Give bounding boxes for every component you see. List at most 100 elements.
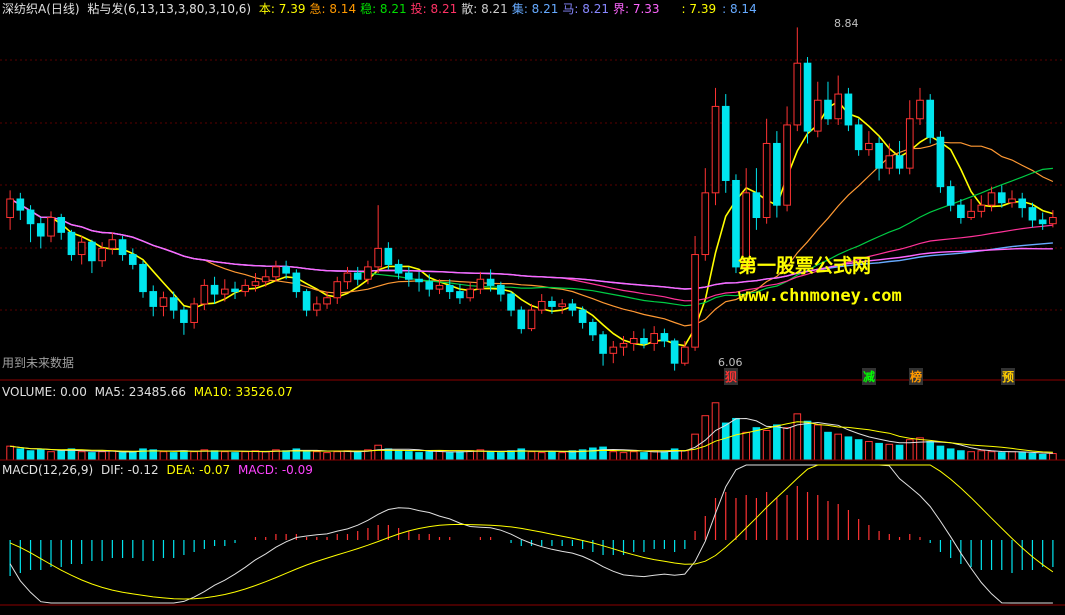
- indicator-value-1: 急: 8.14: [309, 2, 357, 16]
- candle-body-24: [251, 281, 260, 286]
- candle-body-28: [292, 272, 301, 293]
- candle-body-30: [312, 303, 321, 311]
- macd-label[interactable]: MACD(12,26,9): [2, 463, 93, 477]
- volume-bar-57: [589, 447, 597, 461]
- volume-label[interactable]: VOLUME: 0.00: [2, 385, 87, 399]
- candle-body-68: [701, 192, 710, 256]
- volume-bar-15: [159, 451, 168, 461]
- ma-line-4: [9, 198, 1053, 290]
- volume-bar-11: [118, 452, 127, 461]
- candle-body-39: [404, 272, 413, 280]
- volume-bar-42: [435, 450, 444, 461]
- volume-bar-85: [875, 442, 883, 461]
- volume-bar-102: [1049, 453, 1057, 461]
- volume-bar-98: [1008, 451, 1016, 461]
- candle-body-40: [415, 278, 423, 283]
- signal-label-2: 减: [862, 368, 877, 385]
- candlestick-series: [6, 27, 1057, 371]
- volume-bar-95: [977, 450, 986, 461]
- volume-bar-83: [854, 439, 863, 461]
- volume-bar-81: [834, 433, 843, 461]
- volume-bar-41: [425, 451, 434, 461]
- candle-body-90: [926, 99, 935, 138]
- macd-dea: DEA: -0.07: [166, 463, 231, 477]
- volume-bar-71: [732, 417, 740, 461]
- volume-bar-92: [946, 448, 955, 461]
- max-price-label: 8.84: [834, 17, 859, 30]
- volume-bar-32: [333, 451, 342, 461]
- candle-body-66: [681, 346, 689, 364]
- volume-bar-78: [803, 420, 812, 461]
- indicator-value-5: 集: 8.21: [511, 2, 559, 16]
- volume-bar-49: [507, 450, 515, 461]
- volume-bar-64: [660, 451, 669, 461]
- candle-body-79: [813, 99, 822, 132]
- candle-body-37: [384, 247, 393, 265]
- volume-bar-86: [885, 443, 894, 461]
- candle-body-29: [302, 291, 311, 311]
- candle-body-38: [394, 263, 403, 274]
- volume-bar-59: [609, 451, 618, 461]
- indicator-name[interactable]: 粘与发(6,13,13,3,80,3,10,6): [87, 2, 251, 16]
- volume-bar-12: [128, 451, 137, 461]
- volume-bar-47: [486, 451, 495, 461]
- candle-body-59: [609, 346, 618, 354]
- volume-bar-61: [629, 451, 638, 461]
- volume-bar-76: [783, 427, 791, 461]
- candle-body-41: [425, 281, 434, 290]
- watermark-title: 第一股票公式网: [738, 255, 872, 277]
- candle-body-57: [589, 321, 597, 336]
- candle-body-80: [824, 99, 832, 120]
- volume-bar-43: [445, 452, 454, 461]
- chart-canvas: [0, 27, 1065, 606]
- volume-bar-31: [323, 452, 331, 461]
- candle-body-56: [578, 309, 587, 323]
- candle-body-31: [323, 297, 331, 305]
- volume-bar-21: [220, 451, 229, 461]
- candle-body-81: [834, 93, 843, 120]
- volume-bar-75: [773, 424, 781, 461]
- candle-body-15: [159, 297, 168, 307]
- volume-bar-52: [537, 452, 546, 461]
- candle-body-54: [558, 303, 566, 307]
- candle-body-43: [445, 284, 454, 293]
- signal-label-3: 榜: [909, 368, 924, 385]
- candle-body-95: [977, 204, 986, 212]
- volume-bar-29: [302, 450, 311, 461]
- volume-bar-22: [231, 452, 239, 461]
- volume-bar-9: [98, 451, 106, 461]
- candle-body-42: [435, 284, 444, 290]
- indicator-value-4: 散: 8.21: [461, 2, 508, 16]
- volume-bar-5: [57, 450, 66, 461]
- candle-body-73: [752, 192, 761, 219]
- stock-title[interactable]: 深纺织A(日线): [2, 2, 80, 16]
- candle-body-55: [568, 303, 577, 311]
- macd-panel: [9, 464, 1054, 604]
- watermark-url: www.chnmoney.com: [738, 286, 902, 306]
- candle-body-50: [517, 309, 526, 330]
- volume-bars: [6, 402, 1057, 461]
- macd-dea-line: [9, 464, 1054, 600]
- volume-bar-36: [374, 444, 382, 461]
- candle-body-21: [220, 288, 229, 295]
- volume-bar-60: [619, 452, 628, 461]
- candle-body-82: [844, 93, 853, 126]
- volume-bar-93: [957, 450, 965, 461]
- volume-bar-20: [210, 450, 219, 461]
- volume-bar-101: [1038, 453, 1047, 461]
- macd-value: MACD: -0.09: [238, 463, 313, 477]
- volume-bar-94: [967, 451, 975, 461]
- candle-body-22: [231, 288, 239, 293]
- candle-body-61: [629, 337, 638, 344]
- candle-body-64: [660, 333, 669, 342]
- volume-bar-23: [241, 451, 250, 461]
- candle-body-45: [466, 288, 474, 299]
- volume-bar-70: [721, 422, 730, 461]
- candle-body-93: [957, 204, 965, 219]
- volume-bar-80: [824, 431, 832, 461]
- candle-body-78: [803, 62, 812, 132]
- indicator-values: 本: 7.39 急: 8.14 稳: 8.21 投: 8.21 散: 8.21 集: 8.…: [259, 2, 761, 16]
- signal-label-1: 狈: [724, 368, 739, 385]
- indicator-value-0: 本: 7.39: [258, 2, 306, 16]
- candle-body-17: [180, 309, 188, 323]
